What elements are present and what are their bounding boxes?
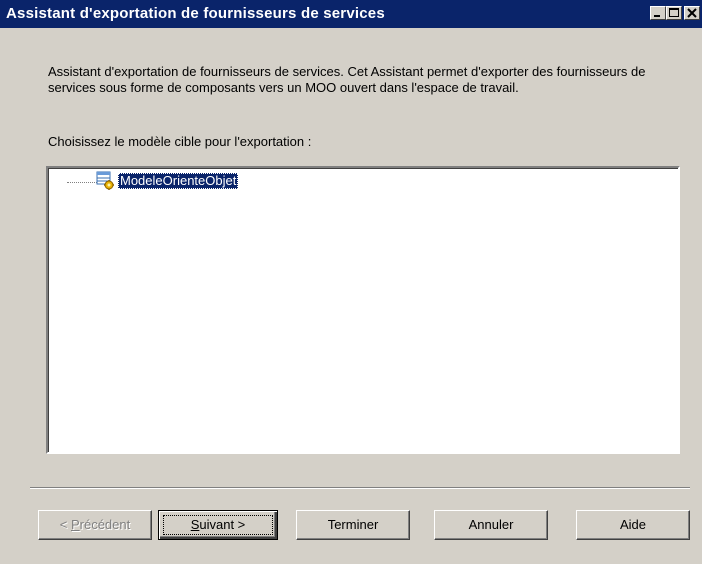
maximize-button[interactable] <box>666 6 682 20</box>
window-title: Assistant d'exportation de fournisseurs … <box>6 5 385 22</box>
previous-button-accel: P <box>70 517 80 532</box>
tree-item-label[interactable]: ModeleOrienteObjet <box>118 173 239 189</box>
target-model-tree[interactable]: ModeleOrienteObjet <box>46 166 680 454</box>
help-button-label: Aide <box>619 517 647 532</box>
next-button[interactable]: Suivant > <box>158 510 278 540</box>
tree-connector <box>67 182 97 183</box>
maximize-icon <box>669 8 679 17</box>
finish-button-label: Terminer <box>327 517 379 532</box>
cancel-button-label: Annuler <box>468 517 514 532</box>
object-model-icon <box>96 171 114 190</box>
minimize-button[interactable] <box>650 6 666 20</box>
close-button[interactable] <box>684 6 700 20</box>
previous-button-label: récédent <box>79 517 131 532</box>
help-button[interactable]: Aide <box>576 510 690 540</box>
previous-button-prefix: < <box>59 517 71 532</box>
target-model-prompt: Choisissez le modèle cible pour l'export… <box>48 134 312 149</box>
focus-rect <box>163 515 273 535</box>
minimize-icon <box>654 15 660 17</box>
cancel-button[interactable]: Annuler <box>434 510 548 540</box>
intro-text: Assistant d'exportation de fournisseurs … <box>48 64 646 95</box>
finish-button[interactable]: Terminer <box>296 510 410 540</box>
previous-button[interactable]: < Précédent <box>38 510 152 540</box>
close-icon <box>687 8 697 18</box>
separator <box>30 487 690 489</box>
title-bar[interactable]: Assistant d'exportation de fournisseurs … <box>0 0 702 28</box>
